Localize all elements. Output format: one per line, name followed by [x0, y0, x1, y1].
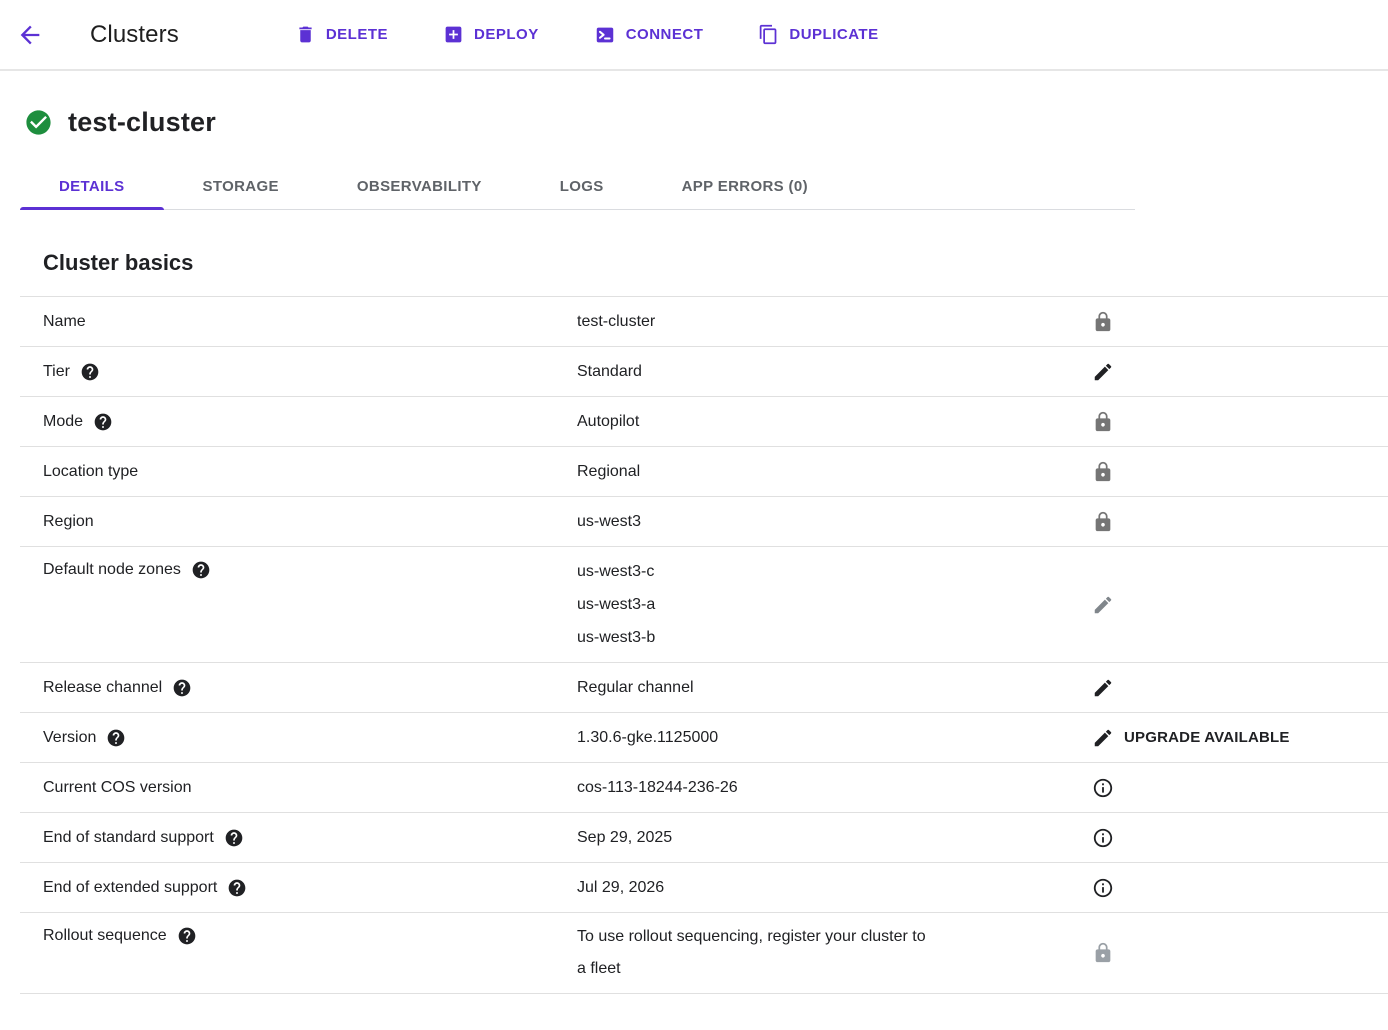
row-label: Location type [43, 463, 138, 481]
row-value: Regular channel [577, 678, 1052, 698]
upgrade-edit-button[interactable] [1092, 727, 1114, 749]
row-label: Tier [43, 363, 70, 381]
edit-disabled-icon [1092, 594, 1114, 616]
info-icon [1092, 877, 1114, 899]
lock-icon [1092, 511, 1114, 533]
edit-icon [1092, 677, 1114, 699]
row-label: Region [43, 513, 94, 531]
row-value: To use rollout sequencing, register your… [577, 921, 1052, 953]
row-label: Default node zones [43, 561, 181, 579]
top-header: Clusters DELETE DEPLOY CONNECT DUPLICATE [0, 0, 1388, 71]
table-row-version: Version 1.30.6-gke.1125000 UPGRADE AVAIL… [20, 713, 1388, 763]
connect-button[interactable]: CONNECT [594, 24, 704, 46]
row-value: Autopilot [577, 412, 1052, 432]
row-value: test-cluster [577, 312, 1052, 332]
deploy-label: DEPLOY [474, 26, 539, 43]
row-value: Standard [577, 362, 1052, 382]
lock-icon [1092, 461, 1114, 483]
arrow-back-icon [16, 21, 44, 49]
row-value: us-west3-b [577, 621, 1052, 654]
help-icon[interactable] [177, 926, 197, 946]
tab-logs[interactable]: LOGS [521, 164, 643, 209]
info-button[interactable] [1092, 877, 1114, 899]
terminal-icon [594, 24, 616, 46]
deploy-button[interactable]: DEPLOY [443, 24, 539, 45]
help-icon[interactable] [227, 878, 247, 898]
connect-label: CONNECT [626, 26, 704, 43]
tab-storage[interactable]: STORAGE [164, 164, 318, 209]
lock-icon [1092, 411, 1114, 433]
table-row-tier: Tier Standard [20, 347, 1388, 397]
trash-icon [295, 24, 316, 45]
cluster-name-title: test-cluster [68, 107, 216, 138]
table-row-region: Region us-west3 [20, 497, 1388, 547]
row-label: Current COS version [43, 779, 192, 797]
row-value: Sep 29, 2025 [577, 828, 1052, 848]
add-box-icon [443, 24, 464, 45]
row-value: a fleet [577, 953, 1052, 985]
row-label: End of extended support [43, 879, 217, 897]
row-label: Version [43, 729, 96, 747]
table-row-end-extended-support: End of extended support Jul 29, 2026 [20, 863, 1388, 913]
row-value: 1.30.6-gke.1125000 [577, 728, 1052, 748]
row-value: Jul 29, 2026 [577, 878, 1052, 898]
info-button[interactable] [1092, 777, 1114, 799]
table-row-rollout-sequence: Rollout sequence To use rollout sequenci… [20, 913, 1388, 994]
edit-button[interactable] [1092, 361, 1114, 383]
info-icon [1092, 777, 1114, 799]
row-value: us-west3-a [577, 588, 1052, 621]
tab-bar: DETAILS STORAGE OBSERVABILITY LOGS APP E… [20, 164, 1135, 210]
table-row-name: Name test-cluster [20, 297, 1388, 347]
help-icon[interactable] [93, 412, 113, 432]
table-row-default-node-zones: Default node zones us-west3-c us-west3-a… [20, 547, 1388, 663]
table-row-cos-version: Current COS version cos-113-18244-236-26 [20, 763, 1388, 813]
lock-icon [1092, 311, 1114, 333]
row-label: Release channel [43, 679, 162, 697]
tab-app-errors[interactable]: APP ERRORS (0) [643, 164, 847, 209]
table-row-location-type: Location type Regional [20, 447, 1388, 497]
toolbar: DELETE DEPLOY CONNECT DUPLICATE [295, 24, 879, 46]
row-value: Regional [577, 462, 1052, 482]
help-icon[interactable] [172, 678, 192, 698]
row-value: us-west3 [577, 512, 1052, 532]
row-value: us-west3-c [577, 555, 1052, 588]
table-row-release-channel: Release channel Regular channel [20, 663, 1388, 713]
cluster-basics-table: Name test-cluster Tier Standard Mode Aut… [20, 296, 1388, 994]
edit-icon [1092, 727, 1114, 749]
row-label: Rollout sequence [43, 927, 167, 945]
lock-disabled-icon [1092, 942, 1114, 964]
cluster-header: test-cluster [24, 107, 1388, 138]
table-row-end-standard-support: End of standard support Sep 29, 2025 [20, 813, 1388, 863]
tab-details[interactable]: DETAILS [20, 164, 164, 209]
status-ok-icon [24, 108, 53, 137]
row-label: Mode [43, 413, 83, 431]
delete-label: DELETE [326, 26, 388, 43]
back-button[interactable] [14, 19, 46, 51]
help-icon[interactable] [224, 828, 244, 848]
edit-icon [1092, 361, 1114, 383]
tab-observability[interactable]: OBSERVABILITY [318, 164, 521, 209]
edit-button[interactable] [1092, 677, 1114, 699]
delete-button[interactable]: DELETE [295, 24, 388, 45]
copy-icon [758, 24, 779, 45]
upgrade-available-badge: UPGRADE AVAILABLE [1124, 729, 1290, 746]
info-button[interactable] [1092, 827, 1114, 849]
table-row-mode: Mode Autopilot [20, 397, 1388, 447]
section-title: Cluster basics [43, 250, 1388, 276]
help-icon[interactable] [191, 560, 211, 580]
row-label: End of standard support [43, 829, 214, 847]
duplicate-label: DUPLICATE [789, 26, 878, 43]
row-value: cos-113-18244-236-26 [577, 778, 1052, 798]
duplicate-button[interactable]: DUPLICATE [758, 24, 878, 45]
help-icon[interactable] [106, 728, 126, 748]
info-icon [1092, 827, 1114, 849]
help-icon[interactable] [80, 362, 100, 382]
row-label: Name [43, 313, 86, 331]
page-title: Clusters [90, 21, 179, 49]
